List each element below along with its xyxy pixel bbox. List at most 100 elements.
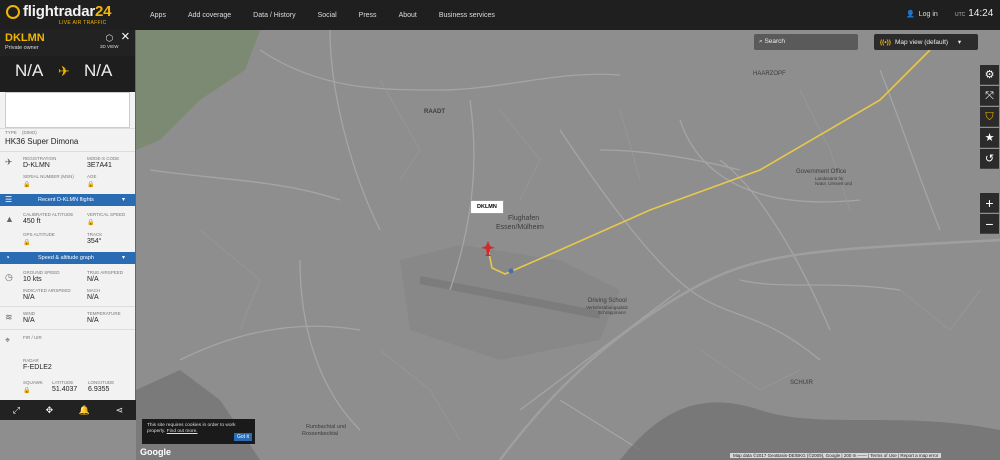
radar-label: RADAR (23, 358, 39, 363)
origin-code: N/A (15, 61, 44, 80)
nav-about[interactable]: About (399, 12, 417, 19)
lock-icon: 🔒 (23, 182, 31, 188)
share-icon[interactable]: ⋖ (116, 405, 124, 416)
login-button[interactable]: 👤 Log in (906, 10, 938, 19)
flight-tag[interactable]: DKLMN (470, 200, 504, 214)
3d-view-button[interactable]: ⬡ 3D VIEW (100, 33, 119, 49)
history-icon[interactable]: ↺ (980, 149, 999, 169)
search-box[interactable]: ⌕ Search (754, 34, 858, 50)
speed-graph-label: Speed & altitude graph (38, 255, 94, 261)
radar-logo-icon (6, 4, 20, 19)
aircraft-side-icon: ✈ (5, 157, 13, 167)
aircraft-type: HK36 Super Dimona (5, 137, 79, 146)
cube-icon: ⬡ (105, 33, 114, 43)
track-label: TRACK (87, 232, 103, 237)
modes-value: 3E7A41 (87, 162, 112, 169)
modes-label: MODE-S CODE (87, 156, 120, 161)
altitude-icon: ▲ (5, 214, 14, 224)
lock-icon: 🔒 (87, 182, 95, 188)
nav-data-history[interactable]: Data / History (253, 12, 295, 19)
map-canvas[interactable]: Flughafen Essen/Mülheim RAADT HAARZOPF S… (0, 30, 1000, 460)
broadcast-icon: ((•)) (880, 39, 891, 46)
ias-value: N/A (23, 294, 35, 301)
driving-school-label: Driving School (588, 298, 627, 304)
flightradar24-logo[interactable]: flightradar24 (6, 3, 111, 20)
wind-value: N/A (23, 317, 35, 324)
valley-label: Rumbachtal und (306, 424, 347, 430)
temp-value: N/A (87, 317, 99, 324)
3d-view-label: 3D VIEW (100, 44, 119, 49)
map-view-label: Map view (default) (894, 39, 949, 46)
longitude-value: 6.9355 (88, 386, 110, 393)
main-nav: Apps Add coverage Data / History Social … (150, 0, 517, 30)
cal-alt-label: CALIBRATED ALTITUDE (23, 212, 74, 217)
filter-icon[interactable]: ⛉ (980, 107, 999, 127)
lock-icon: 🔒 (23, 240, 31, 246)
wind-label: WIND (23, 311, 35, 316)
timezone-label: UTC (955, 12, 966, 18)
track-value: 354° (87, 238, 102, 245)
age-label: AGE (87, 174, 97, 179)
airport-label: Flughafen (508, 215, 540, 222)
nav-apps[interactable]: Apps (150, 12, 166, 19)
user-icon: 👤 (906, 11, 915, 18)
lock-icon: 🔒 (23, 388, 31, 394)
route-icon[interactable]: ⤢ (13, 405, 20, 416)
recent-flights-label: Recent D-KLMN flights (38, 197, 94, 203)
center-icon[interactable]: ✥ (46, 405, 54, 416)
ias-label: INDICATED AIRSPEED (23, 288, 71, 293)
map-graphics (0, 30, 1000, 460)
valley-label-2: Rossenbecktal (302, 431, 339, 437)
chevron-down-icon: ▾ (122, 197, 126, 203)
type-code: (DIMO) (22, 130, 37, 135)
zoom-in-button[interactable]: + (980, 193, 999, 213)
lock-icon: 🔒 (87, 220, 95, 226)
zoom-out-button[interactable]: − (980, 214, 999, 234)
cookie-notice: This site requires cookies in order to w… (142, 419, 255, 444)
route-bar: N/A ✈ N/A (0, 56, 135, 92)
search-icon: ⌕ (759, 38, 763, 45)
district-schuir: SCHUIR (790, 380, 814, 386)
squawk-label: SQUAWK (23, 380, 43, 385)
panel-toolbar: ⤢ ✥ 🔔 ⋖ (0, 400, 136, 420)
ground-speed-value: 10 kts (23, 276, 42, 283)
cookie-link[interactable]: Find out more. (167, 429, 198, 434)
radar-value: F-EDLE2 (23, 364, 52, 371)
star-icon[interactable]: ★ (980, 128, 999, 148)
google-logo: Google (140, 447, 171, 457)
latitude-label: LATITUDE (52, 380, 74, 385)
settings-gear-icon[interactable]: ⚙ (980, 65, 999, 85)
chevron-down-icon: ▾ (122, 255, 126, 261)
plane-icon: ✈ (58, 63, 70, 79)
nav-business-services[interactable]: Business services (439, 12, 495, 19)
fir-label: FIR / UIR (23, 335, 42, 340)
mach-label: MACH (87, 288, 101, 293)
tas-label: TRUE AIRSPEED (87, 270, 124, 275)
aircraft-photo-placeholder (5, 92, 130, 128)
nav-add-coverage[interactable]: Add coverage (188, 12, 231, 19)
speedometer-icon: ◔ (5, 253, 10, 262)
recent-flights-header[interactable]: ☰ Recent D-KLMN flights ▾ (0, 194, 135, 206)
speed-graph-header[interactable]: ◔ Speed & altitude graph ▾ (0, 252, 135, 264)
gov-office-label: Government Office (796, 169, 847, 175)
longitude-label: LONGITUDE (88, 380, 115, 385)
nav-press[interactable]: Press (359, 12, 377, 19)
nav-social[interactable]: Social (318, 12, 337, 19)
tas-value: N/A (87, 276, 99, 283)
speed-icon: ◷ (5, 272, 13, 282)
registration-value: D-KLMN (23, 162, 50, 169)
map-view-selector[interactable]: ((•)) Map view (default) ▾ (874, 34, 978, 50)
owner-label: Private owner (5, 45, 39, 51)
map-attribution[interactable]: Map data ©2017 GeoBasis-DE/BKG (©2009), … (730, 453, 942, 458)
chevron-down-icon: ▾ (957, 39, 962, 46)
close-icon[interactable]: × (121, 28, 130, 45)
cookie-accept-button[interactable]: Got it (234, 433, 252, 441)
logo-number: 24 (94, 3, 112, 20)
destination-code: N/A (84, 61, 113, 80)
type-label: TYPE (5, 130, 17, 135)
registration-label: REGISTRATION (23, 156, 57, 161)
fullscreen-icon[interactable]: ⤧ (980, 86, 999, 106)
callsign: DKLMN (5, 32, 45, 44)
cal-alt-value: 450 ft (23, 218, 41, 225)
alert-bell-icon[interactable]: 🔔 (79, 405, 90, 416)
